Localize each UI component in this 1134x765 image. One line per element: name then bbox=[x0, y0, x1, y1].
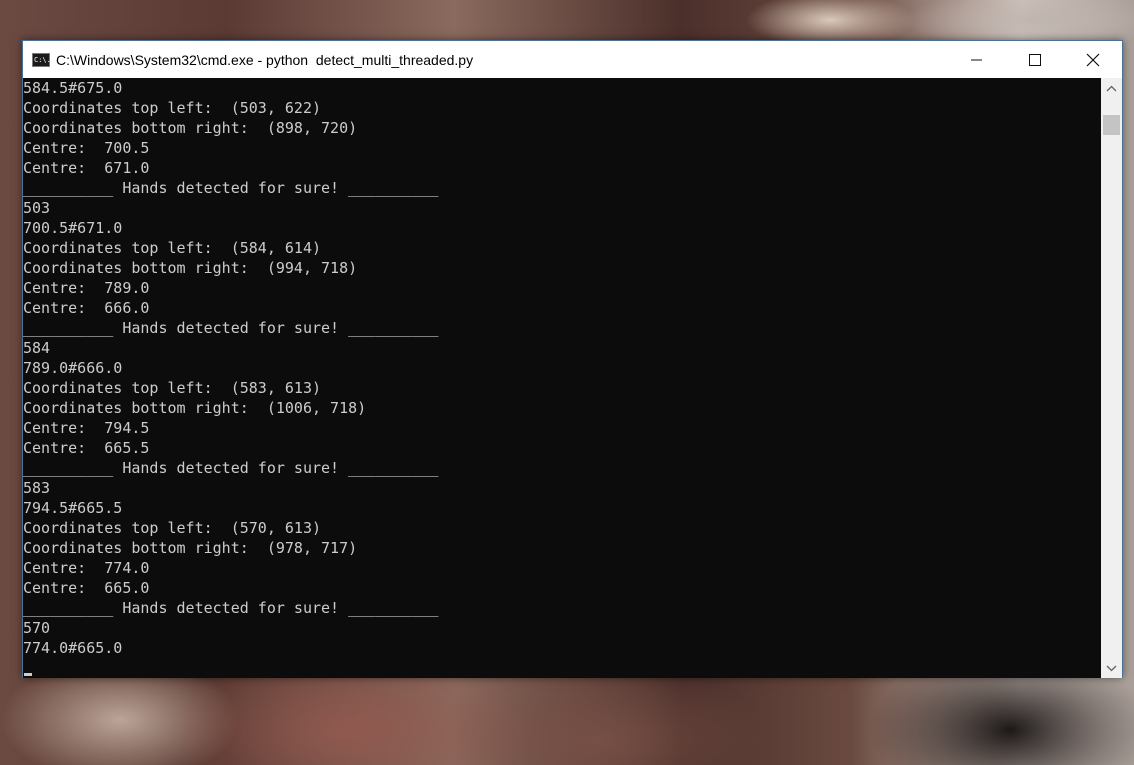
console-line: __________ Hands detected for sure! ____… bbox=[23, 459, 439, 477]
chevron-up-icon bbox=[1106, 85, 1117, 91]
minimize-button[interactable] bbox=[948, 41, 1006, 78]
console-line: 700.5#671.0 bbox=[23, 219, 123, 237]
console-line: Centre: 665.5 bbox=[23, 439, 150, 457]
console-output[interactable]: 584.5#675.0 Coordinates top left: (503, 6… bbox=[23, 78, 1103, 678]
console-line: Coordinates bottom right: (978, 717) bbox=[23, 539, 358, 557]
console-line: Centre: 665.0 bbox=[23, 579, 150, 597]
console-line: Coordinates top left: (584, 614) bbox=[23, 239, 322, 257]
console-line: Centre: 794.5 bbox=[23, 419, 150, 437]
window-title: C:\Windows\System32\cmd.exe - python det… bbox=[56, 51, 474, 68]
console-line: Centre: 671.0 bbox=[23, 159, 150, 177]
console-line: __________ Hands detected for sure! ____… bbox=[23, 599, 439, 617]
console-line: 584.5#675.0 bbox=[23, 79, 123, 97]
console-line: Centre: 789.0 bbox=[23, 279, 150, 297]
console-lines: 584.5#675.0 Coordinates top left: (503, 6… bbox=[23, 78, 1103, 658]
console-line: 774.0#665.0 bbox=[23, 639, 123, 657]
minimize-icon bbox=[971, 59, 982, 60]
title-bar[interactable]: C:\. C:\Windows\System32\cmd.exe - pytho… bbox=[23, 41, 1122, 78]
close-button[interactable] bbox=[1064, 41, 1122, 78]
vertical-scrollbar[interactable] bbox=[1101, 78, 1122, 678]
close-icon bbox=[1086, 53, 1100, 66]
cmd-window[interactable]: C:\. C:\Windows\System32\cmd.exe - pytho… bbox=[22, 40, 1123, 678]
console-line: __________ Hands detected for sure! ____… bbox=[23, 319, 439, 337]
console-line: 584 bbox=[23, 339, 51, 357]
console-line: Coordinates top left: (503, 622) bbox=[23, 99, 322, 117]
chevron-down-icon bbox=[1106, 665, 1117, 671]
console-line: Coordinates top left: (583, 613) bbox=[23, 379, 322, 397]
text-cursor bbox=[24, 673, 32, 676]
maximize-button[interactable] bbox=[1006, 41, 1064, 78]
scroll-up-button[interactable] bbox=[1101, 78, 1122, 98]
console-line: Centre: 774.0 bbox=[23, 559, 150, 577]
console-line: 583 bbox=[23, 479, 51, 497]
console-line: Coordinates top left: (570, 613) bbox=[23, 519, 322, 537]
console-line: 570 bbox=[23, 619, 51, 637]
console-line: Coordinates bottom right: (898, 720) bbox=[23, 119, 358, 137]
console-line: Coordinates bottom right: (994, 718) bbox=[23, 259, 358, 277]
console-line: Centre: 700.5 bbox=[23, 139, 150, 157]
console-line: Coordinates bottom right: (1006, 718) bbox=[23, 399, 367, 417]
scroll-down-button[interactable] bbox=[1101, 658, 1122, 678]
scroll-thumb[interactable] bbox=[1103, 115, 1120, 135]
console-line: 789.0#666.0 bbox=[23, 359, 123, 377]
console-line: 503 bbox=[23, 199, 51, 217]
console-line: Centre: 666.0 bbox=[23, 299, 150, 317]
cmd-icon[interactable]: C:\. bbox=[32, 52, 51, 67]
window-controls bbox=[948, 41, 1122, 78]
maximize-icon bbox=[1029, 53, 1041, 66]
console-line: 794.5#665.5 bbox=[23, 499, 123, 517]
console-line: __________ Hands detected for sure! ____… bbox=[23, 179, 439, 197]
